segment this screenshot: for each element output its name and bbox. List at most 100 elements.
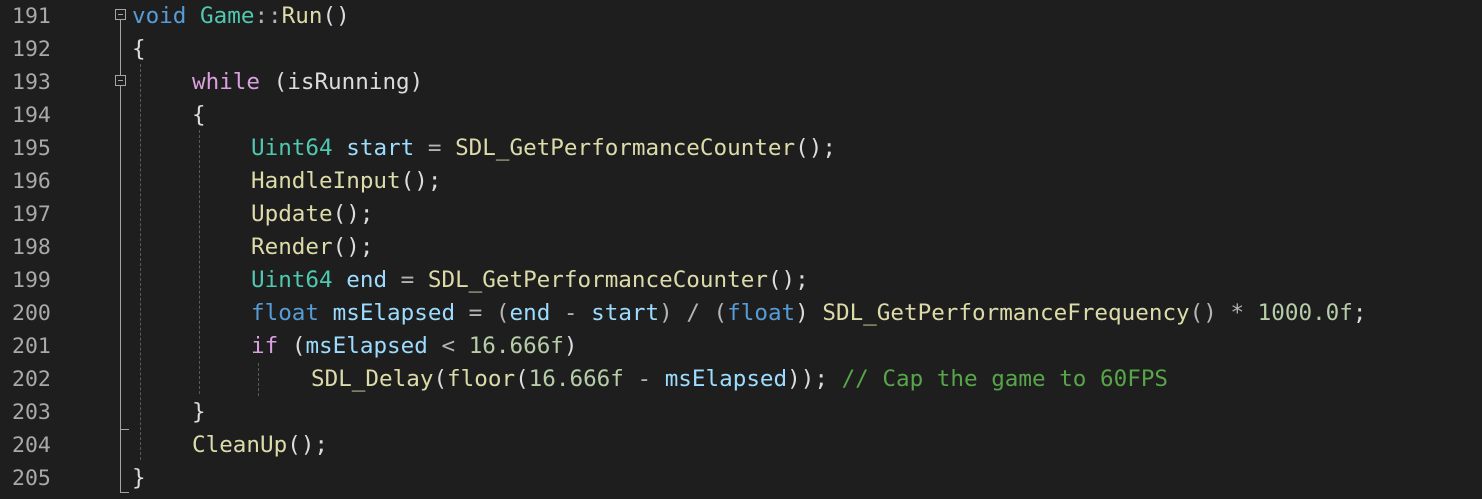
code-text: while (isRunning) — [192, 66, 423, 99]
code-line[interactable]: 202 SDL_Delay(floor(16.666f - msElapsed))… — [0, 363, 1482, 396]
code-token: msElapsed — [305, 333, 428, 359]
code-line[interactable]: 203} — [0, 396, 1482, 429]
code-text: Uint64 end = SDL_GetPerformanceCounter()… — [251, 264, 809, 297]
code-token: start — [346, 135, 415, 161]
code-token: SDL_Delay — [311, 366, 434, 392]
code-text: } — [132, 462, 146, 495]
code-token: ) — [795, 300, 823, 326]
line-number: 191 — [12, 4, 51, 29]
line-number: 201 — [12, 334, 51, 359]
code-line[interactable]: 191 void Game::Run() — [0, 0, 1482, 33]
line-number: 204 — [12, 433, 51, 458]
code-line[interactable]: 201 if (msElapsed < 16.666f) — [0, 330, 1482, 363]
code-token: ) — [563, 333, 578, 359]
line-number: 196 — [12, 169, 51, 194]
code-token: Run — [281, 3, 323, 29]
code-token: float — [251, 300, 320, 326]
code-token: Uint64 — [251, 135, 333, 161]
code-editor[interactable]: 191 void Game::Run() 192{193 while (isRunni… — [0, 0, 1482, 499]
code-token: floor — [447, 366, 516, 392]
line-number: 195 — [12, 136, 51, 161]
code-token: // Cap the game to 60FPS — [841, 366, 1169, 392]
code-token: () — [322, 3, 350, 29]
code-token: SDL_GetPerformanceCounter — [427, 267, 768, 293]
code-token: float — [727, 300, 796, 326]
code-line[interactable]: 199 Uint64 end = SDL_GetPerformanceCounte… — [0, 264, 1482, 297]
code-token: 16.666f — [528, 366, 624, 392]
code-token: if — [251, 333, 279, 359]
code-token: < — [427, 333, 469, 359]
code-token: (); — [332, 234, 374, 260]
code-line[interactable]: 198 Render(); — [0, 231, 1482, 264]
line-number: 199 — [12, 268, 51, 293]
code-token: HandleInput — [251, 168, 401, 194]
line-number: 194 — [12, 103, 51, 128]
code-token: = ( — [455, 300, 510, 326]
code-line[interactable]: 196 HandleInput(); — [0, 165, 1482, 198]
code-token: () * — [1189, 300, 1258, 326]
code-token: void — [132, 3, 187, 29]
code-token: Update — [251, 201, 333, 227]
code-text: float msElapsed = (end - start) / (float… — [251, 297, 1367, 330]
code-token: ( — [260, 69, 288, 95]
code-token: SDL_GetPerformanceCounter — [455, 135, 796, 161]
code-line[interactable]: 194 { — [0, 99, 1482, 132]
code-token: } — [192, 399, 206, 425]
code-token: CleanUp — [192, 432, 288, 458]
code-line[interactable]: 195 Uint64 start = SDL_GetPerformanceCoun… — [0, 132, 1482, 165]
code-token: (); — [767, 267, 809, 293]
code-token: ) — [409, 69, 424, 95]
code-token: = — [414, 135, 456, 161]
code-token: Game — [200, 3, 255, 29]
code-line[interactable]: 193 while (isRunning) — [0, 66, 1482, 99]
code-token: = — [387, 267, 428, 293]
line-number: 192 — [12, 37, 51, 62]
code-text: CleanUp(); — [192, 429, 328, 462]
code-token: msElapsed — [664, 366, 788, 392]
code-line[interactable]: 197 Update(); — [0, 198, 1482, 231]
code-token: end — [509, 300, 551, 326]
line-number: 202 — [12, 367, 51, 392]
code-line[interactable]: 204 CleanUp(); — [0, 429, 1482, 462]
code-text: } — [192, 396, 206, 429]
line-number: 197 — [12, 202, 51, 227]
line-number: 193 — [12, 70, 51, 95]
code-token: - — [550, 300, 592, 326]
code-text: { — [132, 33, 146, 66]
code-text: if (msElapsed < 16.666f) — [251, 330, 578, 363]
code-token: ( — [515, 366, 529, 392]
code-text: void Game::Run() — [132, 0, 350, 33]
code-token: Render — [251, 234, 333, 260]
code-text: Update(); — [251, 198, 373, 231]
code-token: { — [192, 102, 206, 128]
code-token: msElapsed — [332, 300, 456, 326]
code-token: (); — [795, 135, 836, 161]
code-token: )); — [787, 366, 842, 392]
code-line[interactable]: 192 { — [0, 33, 1482, 66]
code-text: Uint64 start = SDL_GetPerformanceCounter… — [251, 132, 836, 165]
code-token: ( — [433, 366, 448, 392]
code-token: isRunning — [287, 69, 410, 95]
code-token: ; — [1352, 300, 1367, 326]
line-number: 198 — [12, 235, 51, 260]
code-line[interactable]: 200 float msElapsed = (end - start) / (fl… — [0, 297, 1482, 330]
code-text: HandleInput(); — [251, 165, 441, 198]
code-token: - — [623, 366, 665, 392]
code-token: } — [132, 465, 146, 491]
code-token: (); — [400, 168, 442, 194]
code-token: ) / ( — [659, 300, 728, 326]
code-token: while — [192, 69, 261, 95]
code-token: :: — [254, 3, 282, 29]
code-token: 16.666f — [468, 333, 564, 359]
code-line[interactable]: 205} — [0, 462, 1482, 495]
line-number: 200 — [12, 301, 51, 326]
code-token: start — [591, 300, 660, 326]
code-token: (); — [332, 201, 374, 227]
code-token: SDL_GetPerformanceFrequency — [822, 300, 1190, 326]
code-token: (); — [287, 432, 329, 458]
line-number: 203 — [12, 400, 51, 425]
